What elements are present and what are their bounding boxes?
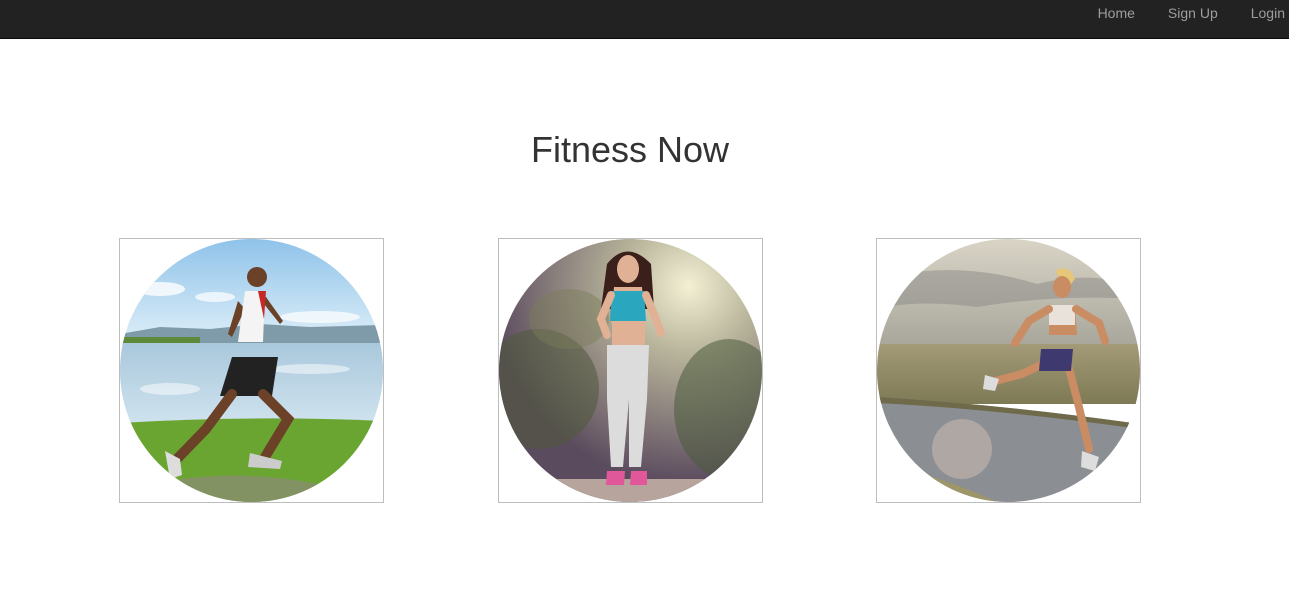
top-navbar: Home Sign Up Login [0,0,1289,39]
nav-signup-link[interactable]: Sign Up [1166,0,1220,38]
woman-sprinting-on-road-photo [877,239,1140,502]
nav-login-link[interactable]: Login [1249,0,1289,38]
woman-running-forest-image[interactable] [498,238,763,503]
nav-links: Home Sign Up Login [1096,0,1289,38]
runner-by-lake-photo [120,239,383,502]
runner-by-lake-image[interactable] [119,238,384,503]
page-title: Fitness Now [530,129,730,170]
nav-home-link[interactable]: Home [1096,0,1137,38]
woman-running-in-forest-photo [499,239,762,502]
woman-sprinting-road-image[interactable] [876,238,1141,503]
